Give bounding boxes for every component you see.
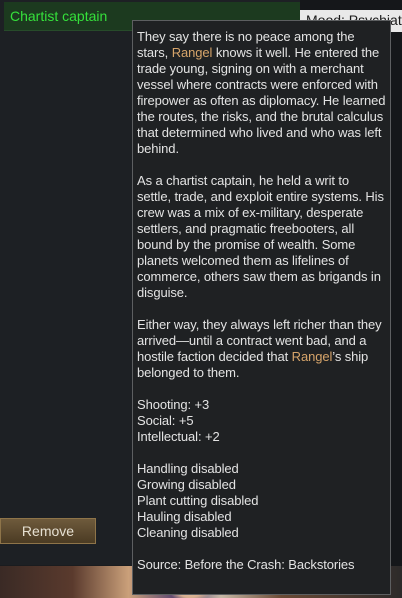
remove-button[interactable]: Remove: [0, 518, 96, 544]
backstory-item-label: Chartist captain: [10, 8, 108, 24]
backstory-tooltip: They say there is no peace among the sta…: [132, 20, 391, 595]
skill-modifier: Social: +5: [137, 413, 194, 428]
skill-modifier: Intellectual: +2: [137, 429, 220, 444]
disabled-work-type: Hauling disabled: [137, 509, 232, 524]
disabled-work-type: Cleaning disabled: [137, 525, 239, 540]
disabled-work-types: Handling disabled Growing disabled Plant…: [137, 461, 386, 541]
source-label: Source: Before the Crash: Backstories: [137, 557, 355, 572]
tooltip-paragraph-3: Either way, they always left richer than…: [137, 317, 382, 380]
character-name: Rangel: [171, 45, 213, 60]
disabled-work-type: Plant cutting disabled: [137, 493, 259, 508]
tooltip-paragraph-2: As a chartist captain, he held a writ to…: [137, 173, 384, 300]
skill-modifiers: Shooting: +3 Social: +5 Intellectual: +2: [137, 397, 386, 445]
character-name: Rangel: [291, 349, 333, 364]
skill-modifier: Shooting: +3: [137, 397, 210, 412]
tooltip-paragraph-1: They say there is no peace among the sta…: [137, 29, 386, 156]
disabled-work-type: Growing disabled: [137, 477, 236, 492]
disabled-work-type: Handling disabled: [137, 461, 239, 476]
